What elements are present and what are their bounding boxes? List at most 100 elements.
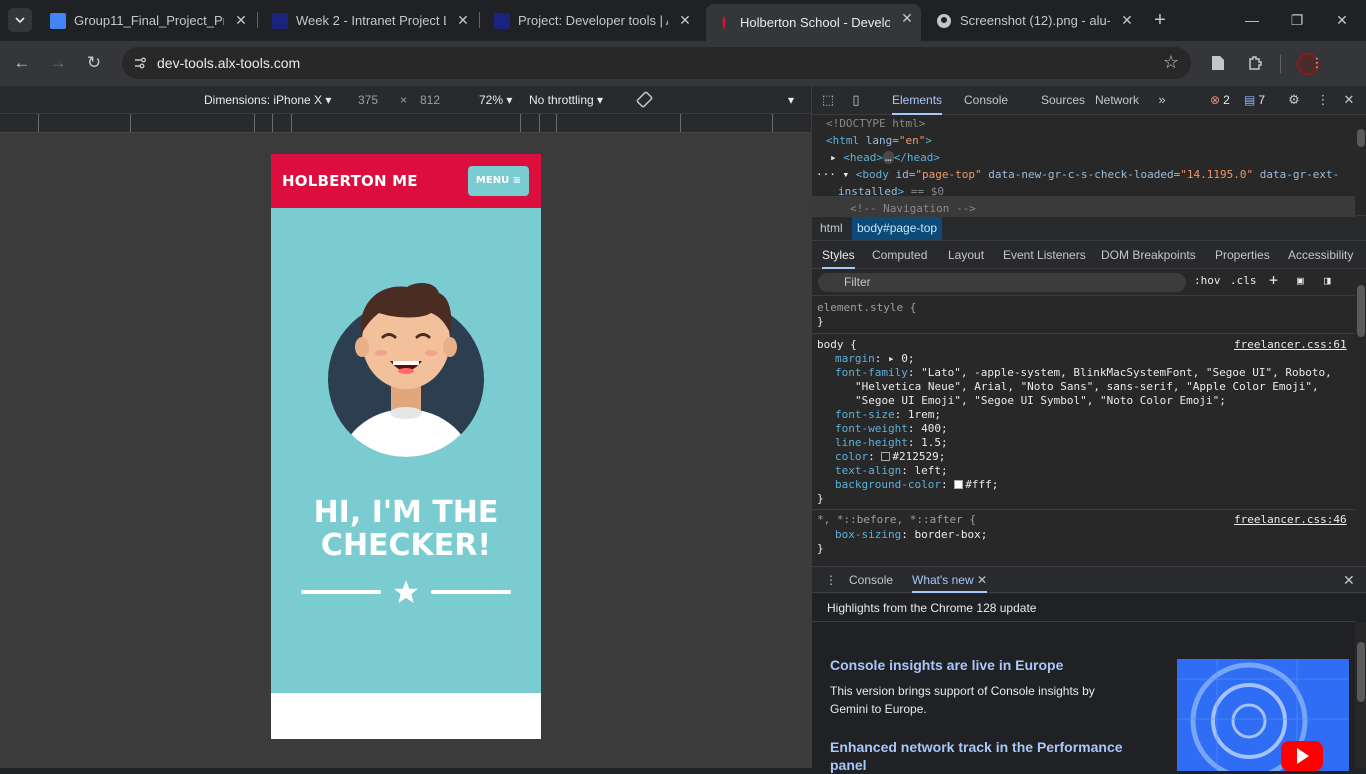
- devtools-close-icon[interactable]: ✕: [1341, 92, 1357, 108]
- browser-tab[interactable]: Group11_Final_Project_Propo ✕: [40, 6, 255, 35]
- prop-color[interactable]: color: #212529;: [835, 450, 945, 464]
- dom-html-node[interactable]: <html lang="en">: [826, 132, 932, 149]
- browser-tab[interactable]: Week 2 - Intranet Project Lin ✕: [262, 6, 477, 35]
- bookmark-star-icon[interactable]: ☆: [1163, 52, 1179, 73]
- drawer-close-icon[interactable]: ✕: [1343, 567, 1355, 593]
- prop-margin[interactable]: margin: ▸ 0;: [835, 352, 915, 366]
- dom-scrollbar[interactable]: [1355, 115, 1366, 215]
- throttling-select[interactable]: No throttling ▾: [529, 93, 603, 107]
- holberton-favicon-icon: [722, 15, 726, 30]
- prop-font-weight[interactable]: font-weight: 400;: [835, 422, 948, 436]
- close-icon[interactable]: ✕: [233, 12, 249, 28]
- tab-accessibility[interactable]: Accessibility: [1288, 242, 1353, 269]
- whats-new-scrollbar[interactable]: [1355, 622, 1366, 768]
- universal-selector[interactable]: *, *::before, *::after {: [817, 513, 976, 527]
- minimize-icon[interactable]: —: [1242, 10, 1262, 30]
- menu-button[interactable]: MENU ≡: [468, 166, 529, 196]
- body-selector[interactable]: body {: [817, 338, 857, 352]
- collapse-triangle-icon[interactable]: ▾: [843, 168, 856, 181]
- devtools-menu-icon[interactable]: ⋮: [1315, 92, 1331, 108]
- extensions-icon[interactable]: [1245, 53, 1265, 73]
- dom-tree[interactable]: <!DOCTYPE html> <html lang="en"> ▸ <head…: [812, 115, 1366, 230]
- tab-console[interactable]: Console: [964, 86, 1008, 115]
- tab-styles[interactable]: Styles: [822, 242, 855, 269]
- prop-box-sizing[interactable]: box-sizing: border-box;: [835, 528, 987, 542]
- breadcrumb-body[interactable]: body#page-top: [852, 217, 943, 240]
- styles-scrollbar[interactable]: [1355, 269, 1366, 565]
- browser-tab[interactable]: Project: Developer tools | ALX ✕: [484, 6, 699, 35]
- window-close-icon[interactable]: ✕: [1332, 10, 1352, 30]
- reload-icon[interactable]: ↻: [83, 52, 105, 74]
- forward-icon[interactable]: →: [47, 52, 69, 74]
- chrome-menu-icon[interactable]: ⋮: [1311, 53, 1324, 73]
- maximize-icon[interactable]: ❐: [1287, 10, 1307, 30]
- prop-text-align[interactable]: text-align: left;: [835, 464, 948, 478]
- sidebar-toggle-icon[interactable]: ◨: [1324, 274, 1331, 287]
- brand-link[interactable]: HOLBERTON ME: [282, 172, 418, 190]
- close-icon[interactable]: ✕: [1119, 12, 1135, 28]
- new-rule-icon[interactable]: +: [1269, 271, 1278, 289]
- tab-layout[interactable]: Layout: [948, 242, 984, 269]
- site-info-icon[interactable]: [130, 53, 150, 73]
- tab-sources[interactable]: Sources: [1041, 86, 1085, 115]
- prop-background-color[interactable]: background-color: #fff;: [835, 478, 998, 492]
- error-count-badge[interactable]: ⊗ 2: [1210, 93, 1230, 107]
- inspect-element-icon[interactable]: ⬚: [820, 92, 836, 108]
- tab-properties[interactable]: Properties: [1215, 242, 1270, 269]
- tab-dom-breakpoints[interactable]: DOM Breakpoints: [1101, 242, 1196, 269]
- height-input[interactable]: 812: [420, 93, 440, 107]
- tab-elements[interactable]: Elements: [892, 86, 943, 115]
- drawer-tab-whats-new[interactable]: What's new ✕: [912, 567, 988, 593]
- styles-filter-input[interactable]: Filter: [818, 273, 1186, 292]
- prop-font-family[interactable]: font-family: "Lato", -apple-system, Blin…: [835, 366, 1332, 380]
- tab-search-button[interactable]: [8, 8, 32, 32]
- whats-new-item-title[interactable]: Enhanced network track in the Performanc…: [830, 738, 1150, 774]
- prop-font-size[interactable]: font-size: 1rem;: [835, 408, 941, 422]
- whats-new-item-title[interactable]: Console insights are live in Europe: [830, 656, 1063, 674]
- reading-list-icon[interactable]: [1208, 53, 1228, 73]
- back-icon[interactable]: ←: [11, 52, 33, 74]
- prop-line-height[interactable]: line-height: 1.5;: [835, 436, 948, 450]
- cls-toggle[interactable]: .cls: [1230, 274, 1257, 287]
- dom-comment[interactable]: <!-- Navigation -->: [850, 200, 976, 217]
- close-icon[interactable]: ✕: [677, 12, 693, 28]
- address-bar[interactable]: dev-tools.alx-tools.com ☆: [122, 47, 1191, 79]
- device-toolbar-toggle-icon[interactable]: ▯: [848, 92, 864, 108]
- node-actions-icon[interactable]: ···: [816, 168, 843, 181]
- close-icon[interactable]: ✕: [455, 12, 471, 28]
- color-swatch[interactable]: [881, 452, 891, 461]
- tab-computed[interactable]: Computed: [872, 242, 927, 269]
- tab-event-listeners[interactable]: Event Listeners: [1003, 242, 1086, 269]
- browser-tab-active[interactable]: Holberton School - Develope ✕: [706, 4, 921, 41]
- universal-rule-source-link[interactable]: freelancer.css:46: [1234, 513, 1347, 527]
- width-input[interactable]: 375: [358, 93, 378, 107]
- rotate-icon[interactable]: [636, 91, 653, 111]
- browser-tab[interactable]: Screenshot (12).png - alu-we ✕: [926, 6, 1141, 35]
- color-swatch[interactable]: [954, 480, 964, 489]
- dom-doctype[interactable]: <!DOCTYPE html>: [826, 115, 925, 132]
- breadcrumb-html[interactable]: html: [815, 217, 848, 240]
- expand-triangle-icon[interactable]: ▸: [830, 151, 843, 164]
- more-tabs-icon[interactable]: »: [1154, 92, 1170, 108]
- message-count-badge[interactable]: ▤ 7: [1244, 93, 1265, 107]
- hov-toggle[interactable]: :hov: [1194, 274, 1221, 287]
- close-icon[interactable]: ✕: [899, 10, 915, 26]
- drawer-menu-icon[interactable]: ⋮: [825, 567, 837, 593]
- whats-new-video-thumbnail[interactable]: [1177, 659, 1349, 771]
- new-tab-button[interactable]: +: [1150, 10, 1170, 30]
- device-more-icon[interactable]: ▾: [788, 93, 794, 107]
- dom-body-node[interactable]: ··· ▾ <body id="page-top" data-new-gr-c-…: [816, 166, 1339, 183]
- styles-rules[interactable]: element.style { } body { freelancer.css:…: [812, 297, 1355, 565]
- dom-head-node[interactable]: ▸ <head>… </head>: [830, 149, 940, 166]
- body-rule-source-link[interactable]: freelancer.css:61: [1234, 338, 1347, 352]
- drawer-tab-console[interactable]: Console: [849, 567, 893, 593]
- collapsed-ellipsis[interactable]: …: [883, 151, 894, 164]
- element-style-selector[interactable]: element.style {: [817, 301, 916, 315]
- device-select[interactable]: Dimensions: iPhone X ▾: [204, 93, 331, 107]
- zoom-select[interactable]: 72% ▾: [479, 93, 512, 107]
- tab-network[interactable]: Network: [1095, 86, 1139, 115]
- dom-body-node-cont[interactable]: installed> == $0: [838, 183, 944, 200]
- paint-icon[interactable]: ▣: [1297, 274, 1304, 287]
- settings-gear-icon[interactable]: ⚙: [1286, 92, 1302, 108]
- close-icon[interactable]: ✕: [977, 573, 987, 587]
